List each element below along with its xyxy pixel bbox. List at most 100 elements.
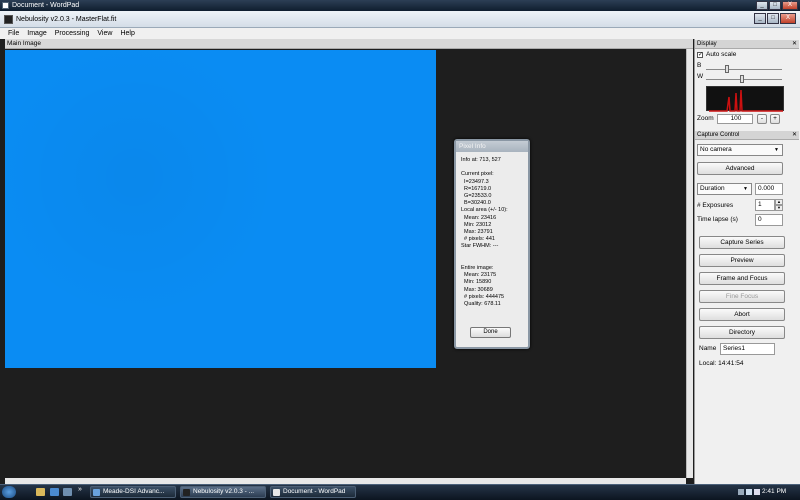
chevron-down-icon: ▼ [743, 186, 748, 192]
pixel-info-line: Mean: 23175 [461, 272, 497, 279]
zoom-label: Zoom [697, 115, 714, 122]
maximize-button[interactable]: □ [767, 13, 779, 24]
desktop-icon[interactable] [63, 488, 72, 496]
auto-scale-checkbox[interactable]: ✓ [697, 52, 703, 58]
wordpad-title: Document - WordPad [12, 2, 80, 9]
histogram [706, 86, 784, 112]
camera-select-value: No camera [700, 146, 732, 153]
pixel-info-line: Current pixel: [461, 171, 494, 178]
black-level-slider-thumb[interactable] [725, 65, 729, 73]
wordpad-close-button[interactable]: X [782, 1, 798, 10]
app-icon [183, 489, 190, 496]
app-titlebar: Nebulosity v2.0.3 - MasterFlat.fit [0, 11, 800, 28]
menu-bar: File Image Processing View Help [0, 28, 800, 39]
pixel-info-line: Mean: 23416 [461, 214, 497, 221]
menu-file[interactable]: File [4, 28, 23, 39]
pixel-info-line: Local area (+/- 10): [461, 207, 508, 214]
close-button[interactable]: X [780, 13, 796, 24]
wordpad-icon [2, 2, 9, 9]
camera-select[interactable]: No camera ▼ [697, 144, 783, 156]
preview-button[interactable]: Preview [699, 254, 785, 267]
close-icon[interactable]: ✕ [792, 131, 797, 140]
duration-select-value: Duration [700, 185, 725, 192]
pixel-info-title[interactable]: Pixel Info [456, 141, 528, 152]
network-icon[interactable] [746, 489, 752, 495]
display-panel-header: Display ✕ [695, 40, 799, 49]
duration-select[interactable]: Duration ▼ [697, 183, 752, 195]
menu-image[interactable]: Image [23, 28, 50, 39]
white-level-slider[interactable] [706, 79, 782, 80]
time-lapse-label: Time lapse (s) [697, 216, 738, 223]
clock: 2:41 PM [762, 488, 787, 495]
menu-help[interactable]: Help [116, 28, 138, 39]
pixel-info-line: Star FWHM: --- [461, 243, 499, 250]
close-icon[interactable]: ✕ [792, 40, 797, 49]
exposures-field[interactable]: 1 [755, 199, 775, 211]
folder-icon[interactable] [36, 488, 45, 496]
pixel-info-line: Min: 15890 [461, 279, 492, 286]
browser-icon[interactable] [50, 488, 59, 496]
app-icon [4, 15, 13, 24]
zoom-in-button[interactable]: + [770, 114, 780, 124]
app-icon [93, 489, 100, 496]
quick-launch-overflow[interactable]: » [78, 486, 82, 493]
capture-series-button[interactable]: Capture Series [699, 236, 785, 249]
advanced-button[interactable]: Advanced [697, 162, 783, 175]
time-lapse-field[interactable]: 0 [755, 214, 783, 226]
volume-icon[interactable] [754, 489, 760, 495]
app-window-buttons: _ □ X [754, 13, 796, 24]
task-wordpad[interactable]: Document - WordPad [270, 486, 356, 498]
app-title: Nebulosity v2.0.3 - MasterFlat.fit [16, 16, 117, 23]
done-button[interactable]: Done [470, 327, 511, 338]
auto-scale-label: Auto scale [706, 51, 737, 58]
black-level-slider[interactable] [706, 69, 782, 70]
pixel-info-line: B=30240.0 [461, 200, 491, 207]
pixel-info-line: Quality: 678.11 [461, 301, 501, 307]
name-field[interactable]: Series1 [720, 343, 775, 355]
wordpad-minimize-button[interactable]: _ [756, 1, 768, 10]
capture-panel-title: Capture Control [697, 132, 740, 138]
display-panel-title: Display [697, 41, 717, 47]
duration-field[interactable]: 0.000 [755, 183, 783, 195]
pixel-info-line: Info at: 713, 527 [461, 157, 501, 163]
w-label: W [697, 73, 704, 80]
exposures-down-button[interactable]: ▼ [775, 205, 783, 211]
main-image[interactable] [5, 50, 436, 368]
minimize-button[interactable]: _ [754, 13, 766, 24]
vertical-scrollbar[interactable] [686, 49, 693, 478]
capture-panel-header: Capture Control ✕ [695, 131, 799, 140]
pixel-info-line: Max: 23791 [461, 229, 493, 235]
abort-button[interactable]: Abort [699, 308, 785, 321]
pixel-info-line: # pixels: 444475 [461, 293, 505, 300]
menu-processing[interactable]: Processing [51, 28, 94, 39]
wordpad-maximize-button[interactable]: □ [769, 1, 781, 10]
pixel-info-line: Max: 30689 [461, 286, 493, 293]
directory-button[interactable]: Directory [699, 326, 785, 339]
white-level-slider-thumb[interactable] [740, 75, 744, 83]
zoom-field[interactable]: 100 [717, 114, 753, 124]
task-meade-dsi[interactable]: Meade-DSI Advanc... [90, 486, 176, 498]
zoom-out-button[interactable]: - [757, 114, 767, 124]
fine-focus-button[interactable]: Fine Focus [699, 290, 785, 303]
task-label: Meade-DSI Advanc... [103, 488, 165, 495]
pixel-info-line: Entire image: [461, 265, 494, 271]
start-button[interactable] [2, 486, 16, 498]
local-time: Local: 14:41:54 [699, 360, 744, 367]
wordpad-icon [273, 489, 280, 496]
histogram-graph [709, 89, 783, 112]
pixel-info-line: R=16719.0 [461, 185, 492, 192]
pixel-info-line: # pixels: 441 [461, 236, 495, 243]
b-label: B [697, 62, 702, 69]
pixel-info-dialog: Pixel Info Info at: 713, 527 Current pixe… [454, 139, 530, 349]
pixel-info-line: G=23533.0 [461, 193, 492, 199]
wordpad-window-buttons: _ □ X [756, 0, 798, 11]
task-label: Document - WordPad [283, 488, 346, 495]
frame-and-focus-button[interactable]: Frame and Focus [699, 272, 785, 285]
tray-arrow-icon[interactable] [738, 489, 744, 495]
wordpad-titlebar: Document - WordPad [0, 0, 800, 11]
task-nebulosity[interactable]: Nebulosity v2.0.3 - ... [180, 486, 266, 498]
exposures-label: # Exposures [697, 202, 734, 209]
task-label: Nebulosity v2.0.3 - ... [193, 488, 255, 495]
main-image-header: Main Image [5, 39, 693, 49]
menu-view[interactable]: View [93, 28, 116, 39]
